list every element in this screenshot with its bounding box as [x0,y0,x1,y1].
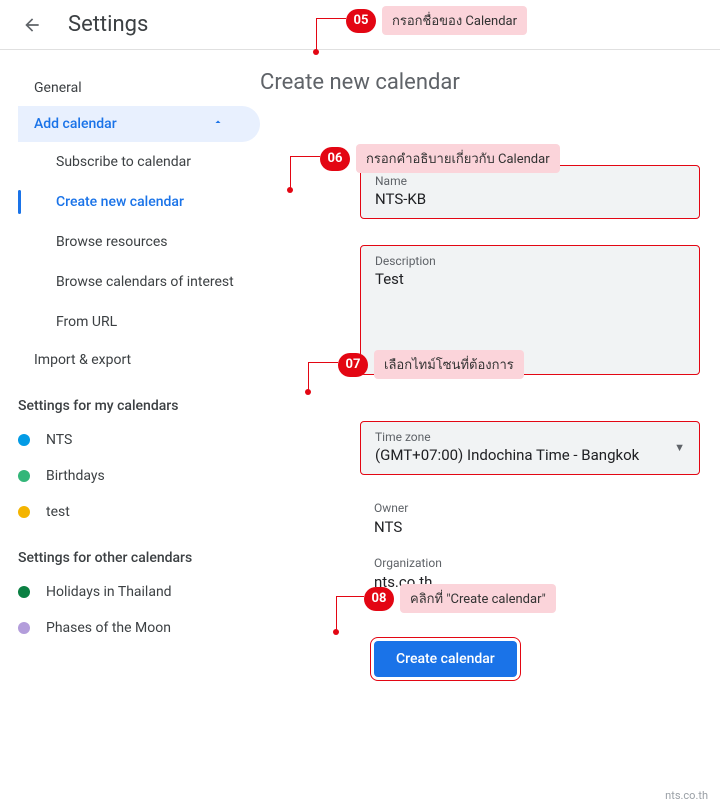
calendar-name: Holidays in Thailand [46,584,172,600]
nav-add-calendar-label: Add calendar [34,116,117,132]
owner-label: Owner [374,501,700,515]
annotation-connector [336,596,364,597]
annotation-connector [316,18,346,19]
timezone-field[interactable]: Time zone (GMT+07:00) Indochina Time - B… [360,421,700,475]
annotation-badge: 06 [320,147,350,171]
timezone-value: (GMT+07:00) Indochina Time - Bangkok [375,446,639,464]
description-value: Test [375,270,685,288]
other-calendar-item[interactable]: Phases of the Moon [18,610,260,646]
annotation-connector [336,596,337,632]
timezone-label: Time zone [375,430,639,444]
owner-value: NTS [374,518,700,536]
content-title: Create new calendar [260,70,700,95]
nav-browse-resources[interactable]: Browse resources [40,222,260,262]
calendar-name: Birthdays [46,468,105,484]
owner-group: Owner NTS [374,501,700,536]
settings-sidebar: General Add calendar Subscribe to calend… [0,50,260,697]
nav-import-export[interactable]: Import & export [18,342,260,378]
organization-label: Organization [374,556,700,570]
name-label: Name [375,174,685,188]
description-label: Description [375,254,685,268]
annotation-label: กรอกคำอธิบายเกี่ยวกับ Calendar [356,144,560,173]
nav-create-new[interactable]: Create new calendar [40,182,260,222]
annotation-label: คลิกที่ "Create calendar" [400,584,556,613]
other-calendars-title: Settings for other calendars [18,530,260,574]
calendar-color-dot [18,434,30,446]
annotation-label: กรอกชื่อของ Calendar [382,6,527,35]
annotation-connector [308,362,338,363]
annotation-07: 07 เลือกไทม์โซนที่ต้องการ [338,350,524,379]
annotation-connector [308,362,309,392]
chevron-up-icon [212,116,224,132]
footer-watermark: nts.co.th [665,789,708,802]
calendar-name: Phases of the Moon [46,620,171,636]
annotation-connector [316,18,317,52]
calendar-color-dot [18,506,30,518]
back-arrow-icon[interactable] [20,13,44,37]
my-calendar-item[interactable]: NTS [18,422,260,458]
other-calendar-item[interactable]: Holidays in Thailand [18,574,260,610]
annotation-05: 05 กรอกชื่อของ Calendar [346,6,527,35]
dropdown-icon: ▼ [674,441,685,454]
nav-add-calendar[interactable]: Add calendar [18,106,260,142]
name-value: NTS-KB [375,190,685,208]
calendar-color-dot [18,470,30,482]
my-calendar-item[interactable]: Birthdays [18,458,260,494]
name-field[interactable]: Name NTS-KB [360,165,700,219]
annotation-connector [290,156,291,190]
nav-subscribe[interactable]: Subscribe to calendar [40,142,260,182]
annotation-connector [290,156,320,157]
page-header-title: Settings [68,12,148,37]
calendar-name: test [46,504,70,520]
annotation-badge: 07 [338,353,368,377]
calendar-color-dot [18,586,30,598]
create-calendar-button[interactable]: Create calendar [374,641,517,677]
calendar-color-dot [18,622,30,634]
annotation-label: เลือกไทม์โซนที่ต้องการ [374,350,524,379]
nav-from-url[interactable]: From URL [40,302,260,342]
my-calendar-item[interactable]: test [18,494,260,530]
content-area: Create new calendar 05 กรอกชื่อของ Calen… [260,50,720,697]
annotation-08: 08 คลิกที่ "Create calendar" [364,584,556,613]
annotation-06: 06 กรอกคำอธิบายเกี่ยวกับ Calendar [320,144,560,173]
annotation-badge: 08 [364,587,394,611]
annotation-badge: 05 [346,9,376,33]
calendar-name: NTS [46,432,72,448]
my-calendars-title: Settings for my calendars [18,378,260,422]
nav-general[interactable]: General [18,70,260,106]
nav-browse-interest[interactable]: Browse calendars of interest [40,262,260,302]
